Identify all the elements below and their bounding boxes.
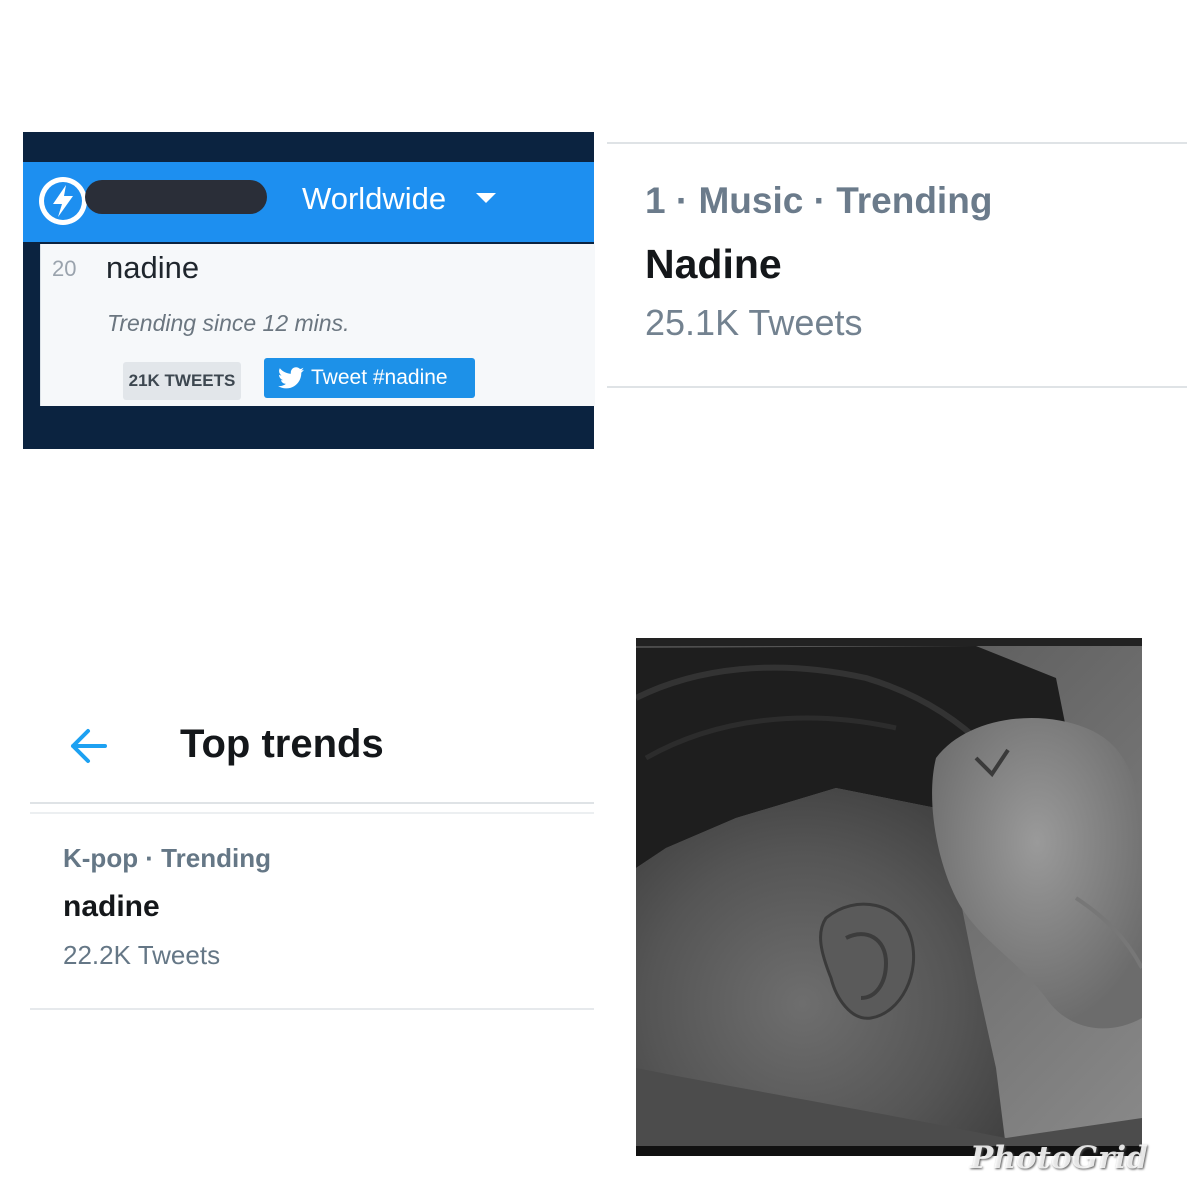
- trend-meta: K-pop · Trending: [63, 843, 271, 873]
- twitter-bird-icon: [278, 367, 304, 389]
- trend-card: 20 nadine Trending since 12 mins. 21K TW…: [40, 244, 595, 406]
- lightning-bolt-icon[interactable]: [39, 177, 87, 225]
- trend-name[interactable]: Nadine: [645, 241, 782, 288]
- page-title: Top trends: [180, 722, 384, 766]
- tweet-button-label: Tweet #nadine: [311, 366, 448, 389]
- trend-meta: 1 · Music · Trending: [645, 180, 993, 221]
- caret-down-icon[interactable]: [476, 193, 496, 203]
- location-label[interactable]: Worldwide: [302, 179, 446, 219]
- divider: [30, 802, 594, 804]
- divider: [30, 812, 594, 814]
- photo: [636, 638, 1142, 1156]
- tweet-count: 25.1K Tweets: [645, 302, 863, 343]
- tweet-count-badge: 21K TWEETS: [123, 362, 241, 400]
- trend-rank: 20: [52, 256, 77, 281]
- divider: [30, 1008, 594, 1010]
- back-arrow-icon[interactable]: [68, 727, 108, 765]
- divider: [607, 142, 1187, 144]
- trends-widget-panel: Worldwide 20 nadine Trending since 12 mi…: [23, 132, 595, 449]
- tweet-hashtag-button[interactable]: Tweet #nadine: [264, 358, 475, 398]
- photogrid-watermark: PhotoGrid: [970, 1140, 1148, 1176]
- trend-name[interactable]: nadine: [63, 890, 160, 924]
- redacted-username: [85, 180, 267, 214]
- trending-since: Trending since 12 mins.: [107, 310, 350, 336]
- location-bar: Worldwide: [23, 162, 594, 242]
- divider: [607, 386, 1187, 388]
- trend-name[interactable]: nadine: [106, 250, 199, 286]
- tweet-count: 22.2K Tweets: [63, 940, 221, 970]
